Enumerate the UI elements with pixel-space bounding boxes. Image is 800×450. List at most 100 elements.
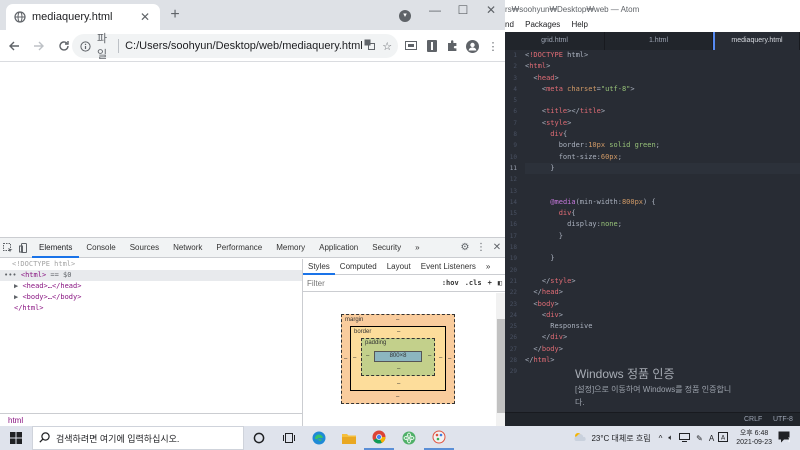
dom-doctype-line[interactable]: <!DOCTYPE html>	[0, 259, 302, 270]
code-line[interactable]: </style>	[525, 276, 800, 287]
atom-app-icon[interactable]	[394, 426, 424, 450]
padding-right-value[interactable]: –	[428, 353, 431, 359]
code-line[interactable]: <!DOCTYPE html>	[525, 50, 800, 61]
box-model-margin[interactable]: margin – – – – border – – – – padding –	[341, 314, 455, 404]
code-line[interactable]	[525, 265, 800, 276]
devtools-tab-elements[interactable]: Elements	[32, 238, 80, 258]
forward-button[interactable]	[28, 35, 50, 57]
volume-muted-icon[interactable]: 🔈︎	[668, 433, 673, 443]
start-button[interactable]	[0, 426, 32, 450]
styles-tab-layout[interactable]: Layout	[382, 259, 416, 275]
new-style-rule-button[interactable]: +	[485, 279, 495, 287]
device-toolbar-icon[interactable]	[16, 238, 32, 258]
code-line[interactable]: </head>	[525, 287, 800, 298]
file-explorer-icon[interactable]	[334, 426, 364, 450]
padding-left-value[interactable]: –	[366, 353, 369, 359]
code-line[interactable]: <body>	[525, 299, 800, 310]
devtools-tab-application[interactable]: Application	[312, 238, 365, 258]
code-line[interactable]: <meta charset="utf-8">	[525, 84, 800, 95]
code-line[interactable]: </body>	[525, 344, 800, 355]
margin-left-value[interactable]: –	[344, 356, 347, 362]
menu-item-help[interactable]: Help	[572, 20, 588, 29]
code-line[interactable]	[525, 186, 800, 197]
devtools-tab-memory[interactable]: Memory	[269, 238, 312, 258]
profile-avatar-icon[interactable]	[465, 39, 479, 53]
border-right-value[interactable]: –	[439, 355, 442, 361]
dom-body-line[interactable]: ▶ <body>…</body>	[0, 292, 302, 303]
translate-icon[interactable]	[363, 39, 377, 53]
border-left-value[interactable]: –	[353, 355, 356, 361]
weather-cloud-icon[interactable]	[573, 432, 587, 444]
code-line[interactable]: @media(min-width:800px) {	[525, 197, 800, 208]
atom-tab-1[interactable]: 1.html	[605, 32, 713, 50]
styles-filter-input[interactable]	[307, 278, 439, 288]
line-ending-status[interactable]: CRLF	[744, 413, 762, 426]
code-line[interactable]: <style>	[525, 118, 800, 129]
menu-item-packages[interactable]: Packages	[525, 20, 560, 29]
paint-app-icon[interactable]	[424, 426, 454, 450]
code-line[interactable]: <html>	[525, 61, 800, 72]
dom-head-line[interactable]: ▶ <head>…</head>	[0, 281, 302, 292]
back-button[interactable]	[3, 35, 25, 57]
taskbar-search-box[interactable]: 검색하려면 여기에 입력하십시오.	[32, 426, 244, 450]
code-line[interactable]	[525, 95, 800, 106]
system-clock[interactable]: 오후 6:48 2021-09-23	[736, 429, 772, 447]
devtools-tab-sources[interactable]: Sources	[123, 238, 166, 258]
devtools-menu-icon[interactable]: ⋮	[473, 238, 489, 258]
breadcrumb-item[interactable]: html	[8, 416, 23, 425]
padding-bottom-value[interactable]: –	[397, 366, 400, 372]
expand-triangle-icon[interactable]: ▶	[14, 282, 18, 290]
box-model-border[interactable]: border – – – – padding – – – 800×8	[350, 326, 446, 391]
minimize-icon[interactable]: —	[421, 0, 449, 22]
task-view-icon[interactable]	[274, 426, 304, 450]
address-url[interactable]: C:/Users/soohyun/Desktop/web/mediaquery.…	[125, 40, 363, 52]
devtools-tab-performance[interactable]: Performance	[209, 238, 269, 258]
code-line[interactable]: </div>	[525, 332, 800, 343]
close-tab-icon[interactable]: ✕	[138, 10, 152, 24]
styles-tab-event-listeners[interactable]: Event Listeners	[416, 259, 481, 275]
devtools-more-tabs-button[interactable]: »	[408, 238, 426, 258]
code-line[interactable]: div{	[525, 208, 800, 219]
code-line[interactable]: <div>	[525, 310, 800, 321]
inspect-element-icon[interactable]	[0, 238, 16, 258]
bookmark-star-icon[interactable]: ☆	[380, 40, 394, 53]
hover-state-toggle[interactable]: :hov	[439, 279, 462, 287]
close-window-icon[interactable]: ✕	[477, 0, 505, 22]
ime-mode-icon[interactable]: A	[718, 432, 729, 444]
code-line[interactable]: font-size:60px;	[525, 152, 800, 163]
box-model-content-size[interactable]: 800×8	[374, 351, 422, 362]
code-line[interactable]: }	[525, 253, 800, 264]
notification-center-icon[interactable]: 1	[778, 431, 791, 445]
code-editor[interactable]: <!DOCTYPE html> <html> <head> <meta chars…	[525, 50, 800, 412]
styles-more-tabs-button[interactable]: »	[481, 259, 495, 275]
new-tab-button[interactable]: +	[166, 6, 184, 24]
code-line[interactable]: }	[525, 162, 800, 175]
code-line[interactable]	[525, 242, 800, 253]
code-line[interactable]: <title></title>	[525, 106, 800, 117]
dom-html-close-line[interactable]: </html>	[0, 303, 302, 314]
close-devtools-icon[interactable]: ✕	[489, 238, 505, 258]
code-line[interactable]: Responsive	[525, 321, 800, 332]
ime-indicator[interactable]: A	[709, 434, 714, 443]
styles-tab-computed[interactable]: Computed	[335, 259, 382, 275]
cast-icon[interactable]	[404, 39, 418, 53]
encoding-status[interactable]: UTF-8	[773, 413, 793, 426]
chrome-menu-icon[interactable]: ⋮	[486, 39, 500, 53]
code-line[interactable]: <head>	[525, 73, 800, 84]
edge-browser-icon[interactable]	[304, 426, 334, 450]
devtools-tab-network[interactable]: Network	[166, 238, 209, 258]
scrollbar-thumb[interactable]	[497, 319, 505, 413]
menu-item-find[interactable]: nd	[505, 20, 514, 29]
reading-list-icon[interactable]	[425, 39, 439, 53]
extensions-puzzle-icon[interactable]	[445, 39, 459, 53]
border-bottom-value[interactable]: –	[397, 381, 400, 387]
expand-triangle-icon[interactable]: ▶	[14, 293, 18, 301]
maximize-icon[interactable]: ☐	[449, 0, 477, 22]
code-line[interactable]: }	[525, 231, 800, 242]
code-line[interactable]	[525, 174, 800, 185]
atom-tab-mediaquery[interactable]: mediaquery.html	[713, 32, 800, 50]
devtools-tab-security[interactable]: Security	[365, 238, 408, 258]
browser-tab[interactable]: mediaquery.html ✕	[6, 4, 160, 30]
info-icon[interactable]	[80, 40, 91, 52]
toggle-sidebar-icon[interactable]: ◧	[495, 279, 505, 287]
